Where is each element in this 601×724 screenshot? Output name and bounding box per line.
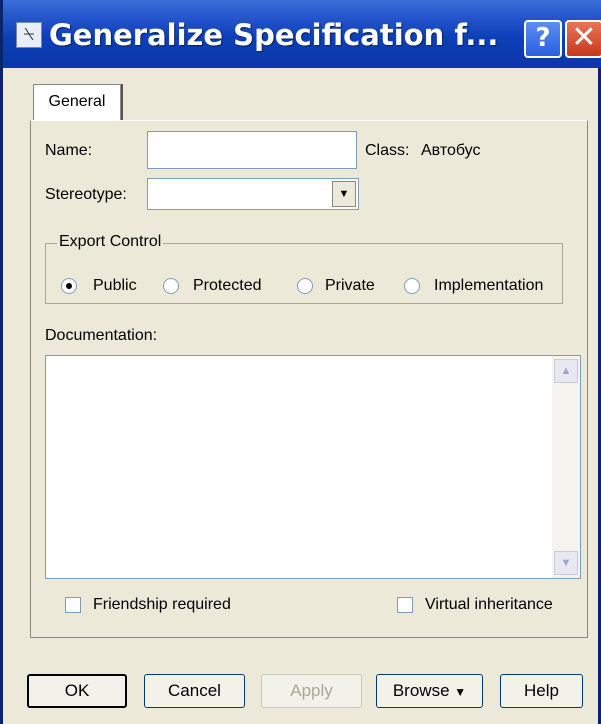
documentation-scrollbar[interactable]: ▲ ▼ <box>552 356 580 578</box>
radio-public[interactable] <box>61 278 77 294</box>
chevron-down-icon[interactable]: ▼ <box>332 181 356 207</box>
specification-icon: ⍀ <box>16 22 42 48</box>
radio-public-label[interactable]: Public <box>93 277 137 295</box>
friendship-checkbox[interactable] <box>65 597 81 613</box>
radio-private[interactable] <box>297 278 313 294</box>
browse-label: Browse <box>392 681 450 700</box>
class-label: Class: <box>365 142 410 159</box>
title-bar[interactable]: ⍀ Generalize Specification f... ? ✕ <box>3 0 601 68</box>
chevron-down-icon: ▼ <box>454 685 467 699</box>
scroll-down-icon[interactable]: ▼ <box>554 551 578 575</box>
radio-protected-label[interactable]: Protected <box>193 277 261 295</box>
help-button[interactable]: Help <box>500 674 583 708</box>
dialog-window: ⍀ Generalize Specification f... ? ✕ Gene… <box>0 0 601 724</box>
close-button[interactable]: ✕ <box>565 20 601 58</box>
radio-private-label[interactable]: Private <box>325 277 375 295</box>
scroll-up-icon[interactable]: ▲ <box>554 359 578 383</box>
documentation-label: Documentation: <box>45 327 158 344</box>
class-value: Автобус <box>421 142 481 159</box>
apply-button[interactable]: Apply <box>261 674 362 708</box>
ok-button[interactable]: OK <box>27 674 127 708</box>
tab-general[interactable]: General <box>33 84 121 120</box>
radio-implementation[interactable] <box>404 278 420 294</box>
window-title: Generalize Specification f... <box>49 18 499 52</box>
virtual-inheritance-label[interactable]: Virtual inheritance <box>425 596 553 614</box>
cancel-button[interactable]: Cancel <box>144 674 245 708</box>
radio-implementation-label[interactable]: Implementation <box>434 277 543 295</box>
browse-button[interactable]: Browse ▼ <box>376 674 483 708</box>
stereotype-label: Stereotype: <box>45 186 127 203</box>
virtual-inheritance-checkbox[interactable] <box>397 597 413 613</box>
friendship-label[interactable]: Friendship required <box>93 596 231 614</box>
radio-protected[interactable] <box>163 278 179 294</box>
help-title-button[interactable]: ? <box>524 20 562 58</box>
documentation-textarea[interactable]: ▲ ▼ <box>45 355 581 579</box>
stereotype-combo[interactable]: ▼ <box>147 178 359 210</box>
export-control-legend: Export Control <box>57 233 164 251</box>
name-label: Name: <box>45 142 93 159</box>
name-input[interactable] <box>147 131 357 169</box>
